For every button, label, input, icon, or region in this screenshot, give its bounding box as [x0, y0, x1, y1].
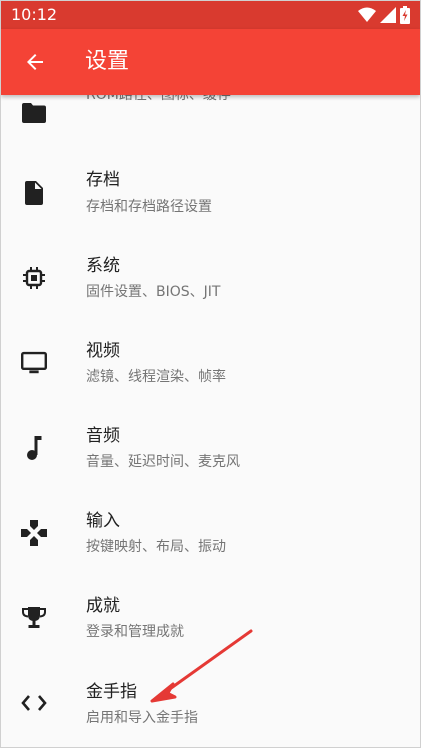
- status-icons: [358, 6, 410, 24]
- settings-item-input[interactable]: 输入 按键映射、布局、振动: [1, 490, 420, 575]
- gamepad-icon: [21, 490, 47, 575]
- back-button[interactable]: [11, 38, 59, 86]
- screen-frame: 10:12 设置 应用 ROM路径、图标、缓存 存档: [0, 0, 421, 748]
- settings-item-subtitle: 固件设置、BIOS、JIT: [86, 284, 221, 300]
- settings-item-saves[interactable]: 存档 存档和存档路径设置: [1, 150, 420, 235]
- monitor-icon: [21, 320, 47, 405]
- settings-item-audio[interactable]: 音频 音量、延迟时间、麦克风: [1, 405, 420, 490]
- settings-item-cheats[interactable]: 金手指 启用和导入金手指: [1, 660, 420, 745]
- settings-item-title: 音频: [86, 426, 120, 446]
- file-icon: [21, 150, 47, 235]
- signal-icon: [380, 7, 396, 23]
- wifi-icon: [358, 7, 376, 22]
- app-bar: 设置: [1, 29, 420, 95]
- code-icon: [21, 660, 47, 745]
- settings-item-achievements[interactable]: 成就 登录和管理成就: [1, 575, 420, 660]
- status-time: 10:12: [11, 5, 58, 24]
- settings-item-title: 视频: [86, 341, 120, 361]
- settings-item-video[interactable]: 视频 滤镜、线程渲染、帧率: [1, 320, 420, 405]
- settings-item-title: 成就: [86, 596, 120, 616]
- settings-item-system[interactable]: 系统 固件设置、BIOS、JIT: [1, 235, 420, 320]
- status-bar: 10:12: [1, 1, 420, 29]
- settings-item-subtitle: 登录和管理成就: [86, 624, 184, 640]
- battery-icon: [400, 6, 410, 24]
- music-note-icon: [21, 405, 47, 490]
- settings-item-subtitle: 音量、延迟时间、麦克风: [86, 454, 240, 470]
- settings-item-subtitle: 启用和导入金手指: [86, 710, 198, 726]
- settings-item-title: 存档: [86, 170, 120, 190]
- chip-icon: [21, 235, 47, 320]
- settings-item-subtitle: 滤镜、线程渲染、帧率: [86, 369, 226, 385]
- settings-item-subtitle: 存档和存档路径设置: [86, 199, 212, 215]
- settings-item-subtitle: 按键映射、布局、振动: [86, 539, 226, 555]
- settings-item-title: 系统: [86, 256, 120, 276]
- back-arrow-icon: [27, 54, 43, 70]
- settings-item-title: 输入: [86, 511, 120, 531]
- page-title: 设置: [85, 49, 130, 74]
- trophy-icon: [21, 575, 47, 660]
- settings-item-title: 金手指: [86, 682, 137, 702]
